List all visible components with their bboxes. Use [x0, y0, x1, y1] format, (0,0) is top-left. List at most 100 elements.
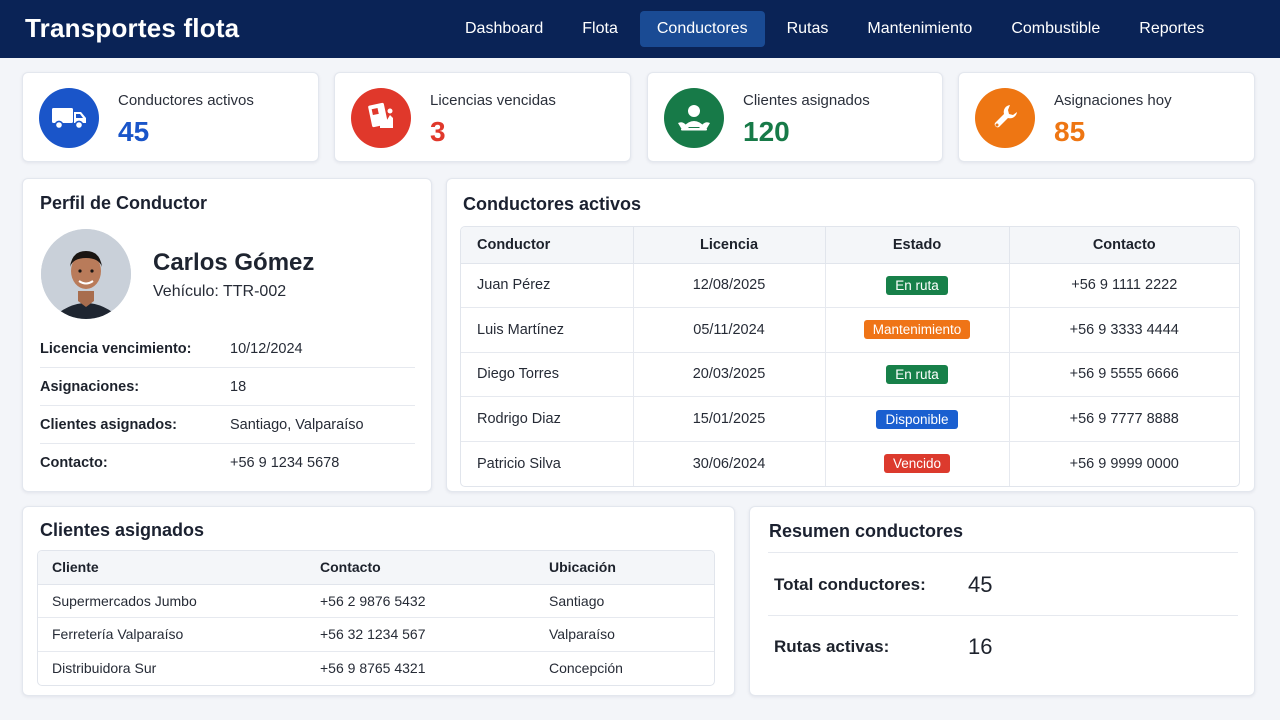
- stat-value: 3: [430, 116, 446, 147]
- location-cell: Santiago: [535, 584, 714, 618]
- col-header[interactable]: Licencia: [633, 227, 826, 264]
- table-row[interactable]: Diego Torres 20/03/2025 En ruta +56 9 55…: [461, 352, 1239, 398]
- status-cell: Mantenimiento: [825, 307, 1010, 353]
- main-nav: Dashboard Flota Conductores Rutas Manten…: [448, 11, 1226, 47]
- driver-name-cell: Luis Martínez: [461, 307, 634, 353]
- contact-cell: +56 2 9876 5432: [306, 584, 535, 618]
- profile-row-license: Licencia vencimiento: 10/12/2024: [40, 330, 415, 368]
- profile-title: Perfil de Conductor: [40, 193, 208, 213]
- profile-row-contact: Contacto: +56 9 1234 5678: [40, 444, 415, 482]
- stat-label: Clientes asignados: [743, 92, 870, 109]
- license-cell: 15/01/2025: [633, 396, 826, 442]
- contact-cell: +56 9 5555 6666: [1009, 352, 1239, 398]
- summary-value: 45: [968, 571, 993, 597]
- status-badge: Mantenimiento: [863, 320, 971, 340]
- stat-value: 120: [743, 116, 790, 147]
- col-header[interactable]: Estado: [825, 227, 1010, 264]
- stat-card-clientes: Clientes asignados 120: [647, 72, 943, 162]
- top-bar: Transportes flota Dashboard Flota Conduc…: [0, 0, 1280, 58]
- row-value: 10/12/2024: [230, 340, 303, 357]
- status-badge: Vencido: [883, 454, 951, 474]
- nav-conductores[interactable]: Conductores: [639, 11, 765, 47]
- license-cell: 30/06/2024: [633, 441, 826, 486]
- summary-title: Resumen conductores: [769, 521, 964, 541]
- stat-value: 45: [118, 116, 150, 147]
- wrench-icon: [975, 88, 1035, 148]
- drivers-summary-card: Resumen conductores Total conductores: 4…: [749, 506, 1255, 696]
- col-header[interactable]: Conductor: [461, 227, 634, 264]
- nav-combustible[interactable]: Combustible: [994, 11, 1117, 47]
- col-header[interactable]: Cliente: [38, 551, 306, 585]
- contact-cell: +56 9 3333 4444: [1009, 307, 1239, 353]
- driver-name-cell: Rodrigo Diaz: [461, 396, 634, 442]
- status-cell: Vencido: [825, 441, 1010, 486]
- active-drivers-card: Conductores activos Conductor Licencia E…: [446, 178, 1255, 492]
- license-cell: 20/03/2025: [633, 352, 826, 398]
- summary-row-total: Total conductores: 45: [768, 554, 1238, 616]
- nav-flota[interactable]: Flota: [565, 11, 635, 47]
- status-cell: Disponible: [825, 396, 1010, 442]
- driver-vehicle: Vehículo: TTR-002: [153, 283, 287, 300]
- contact-cell: +56 9 8765 4321: [320, 660, 426, 676]
- license-icon: [351, 88, 411, 148]
- clients-icon: [664, 88, 724, 148]
- nav-rutas[interactable]: Rutas: [770, 11, 846, 47]
- stat-label: Asignaciones hoy: [1054, 92, 1172, 109]
- driver-name-cell: Patricio Silva: [461, 441, 634, 486]
- row-value: 18: [230, 378, 247, 395]
- app-title: Transportes flota: [25, 13, 240, 43]
- license-cell: 05/11/2024: [633, 307, 826, 353]
- nav-reportes[interactable]: Reportes: [1122, 11, 1221, 47]
- drivers-table: Conductor Licencia Estado Contacto Juan …: [460, 226, 1240, 487]
- summary-value: 16: [968, 634, 993, 659]
- row-value: +56 9 1234 5678: [230, 455, 340, 471]
- contact-cell: +56 9 7777 8888: [1009, 396, 1239, 442]
- clients-table: Cliente Contacto Ubicación Supermercados…: [37, 550, 715, 686]
- row-key: Licencia vencimiento:: [40, 340, 192, 357]
- contact-cell: +56 9 1111 2222: [1009, 263, 1239, 309]
- client-cell: Distribuidora Sur: [52, 660, 157, 676]
- assigned-clients-card: Clientes asignados Cliente Contacto Ubic…: [22, 506, 735, 696]
- table-row[interactable]: Rodrigo Diaz 15/01/2025 Disponible +56 9…: [461, 396, 1239, 442]
- row-key: Clientes asignados:: [40, 416, 177, 433]
- nav-dashboard[interactable]: Dashboard: [448, 11, 560, 47]
- contact-cell: +56 9 9999 0000: [1069, 455, 1179, 472]
- status-badge: En ruta: [886, 275, 948, 295]
- location-cell: Valparaíso: [535, 617, 714, 652]
- avatar: [41, 229, 131, 319]
- driver-name: Carlos Gómez: [153, 249, 315, 276]
- stat-card-licencias: Licencias vencidas 3: [334, 72, 631, 162]
- status-badge: Disponible: [876, 409, 958, 429]
- stat-card-asignaciones: Asignaciones hoy 85: [958, 72, 1255, 162]
- summary-row-routes: Rutas activas: 16: [768, 616, 1238, 678]
- driver-name-cell: Juan Pérez: [461, 263, 634, 309]
- status-cell: En ruta: [825, 263, 1010, 309]
- client-cell: Supermercados Jumbo: [38, 584, 306, 618]
- col-header[interactable]: Contacto: [306, 551, 535, 585]
- contact-cell: +56 32 1234 567: [306, 617, 535, 652]
- status-badge: En ruta: [886, 364, 948, 384]
- col-header[interactable]: Contacto: [1009, 227, 1239, 264]
- table-row[interactable]: Distribuidora Sur +56 9 8765 4321 Concep…: [38, 651, 714, 685]
- status-cell: En ruta: [825, 352, 1010, 398]
- driver-name-cell: Diego Torres: [461, 352, 634, 398]
- row-value: Santiago, Valparaíso: [230, 416, 364, 433]
- summary-key: Total conductores:: [774, 574, 926, 594]
- col-header[interactable]: Ubicación: [535, 551, 714, 585]
- table-row[interactable]: Patricio Silva 30/06/2024 Vencido +56 9 …: [461, 441, 1239, 486]
- summary-key: Rutas activas:: [774, 637, 890, 656]
- drivers-title: Conductores activos: [463, 194, 642, 214]
- table-row[interactable]: Juan Pérez 12/08/2025 En ruta +56 9 1111…: [461, 263, 1239, 309]
- stat-card-conductores: Conductores activos 45: [22, 72, 319, 162]
- truck-icon: [39, 88, 99, 148]
- nav-mantenimiento[interactable]: Mantenimiento: [850, 11, 989, 47]
- location-cell: Concepción: [549, 660, 623, 676]
- table-row[interactable]: Supermercados Jumbo +56 2 9876 5432 Sant…: [38, 584, 714, 618]
- stat-label: Licencias vencidas: [430, 92, 556, 109]
- clients-title: Clientes asignados: [40, 520, 205, 540]
- table-row[interactable]: Luis Martínez 05/11/2024 Mantenimiento +…: [461, 307, 1239, 353]
- table-row[interactable]: Ferretería Valparaíso +56 32 1234 567 Va…: [38, 617, 714, 652]
- profile-row-clients: Clientes asignados: Santiago, Valparaíso: [40, 406, 415, 444]
- row-key: Contacto:: [40, 455, 108, 471]
- client-cell: Ferretería Valparaíso: [38, 617, 306, 652]
